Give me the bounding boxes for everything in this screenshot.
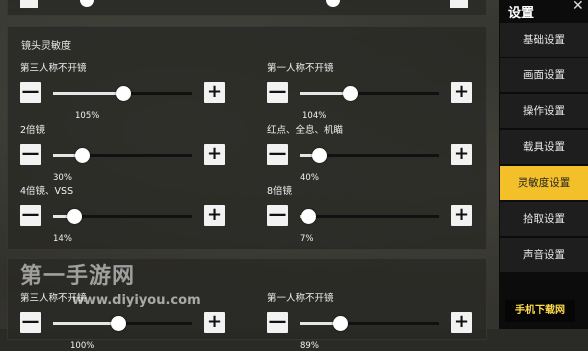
sensitivity-slider-row: 第一人称不开镜 — 89% + [267,290,477,351]
minus-button[interactable]: — [267,144,288,165]
plus-button[interactable]: + [204,312,225,333]
slider-track[interactable]: 105% [53,86,192,121]
section-title: 镜头灵敏度 [21,41,71,52]
slider-track[interactable]: 104% [300,86,439,121]
slider-value: 30% [53,173,72,183]
sensitivity-slider-row: 2倍镜 — 30% + [20,122,230,183]
slider-label: 第一人称不开镜 [267,63,334,74]
slider-track[interactable]: 14% [53,209,192,244]
sidebar-item[interactable]: 载具设置 [500,130,588,165]
slider-knob[interactable] [75,148,90,163]
plus-button[interactable]: + [451,205,472,226]
slider-label: 第三人称不开镜 [20,63,87,74]
slider-label: 2倍镜 [20,125,46,136]
minus-button[interactable]: — [20,144,41,165]
slider-value: 105% [75,111,100,121]
watermark-url: www.diyiyou.com [72,293,201,308]
sidebar-item[interactable]: 拾取设置 [500,202,588,237]
previous-section-panel [7,0,487,16]
slider-label: 8倍镜 [267,186,293,197]
slider-fill [53,92,123,95]
minus-button[interactable]: — [267,312,288,333]
sensitivity-slider-row: 红点、全息、机瞄 — 40% + [267,122,477,183]
slider-knob[interactable] [116,86,131,101]
plus-button[interactable]: + [451,144,472,165]
sensitivity-slider-row: 4倍镜、VSS — 14% + [20,183,230,244]
slider-knob[interactable] [301,209,316,224]
slider-label: 红点、全息、机瞄 [267,125,344,136]
minus-button[interactable]: — [20,312,41,333]
slider-knob[interactable] [67,209,82,224]
minus-button[interactable] [20,0,38,8]
sensitivity-slider-row: 第三人称不开镜 — 105% + [20,60,230,121]
minus-button[interactable]: — [267,205,288,226]
sensitivity-slider-row: 第一人称不开镜 — 104% + [267,60,477,121]
slider-value: 89% [300,341,319,351]
slider-knob[interactable] [343,86,358,101]
slider-value: 100% [70,341,95,351]
slider-track[interactable]: 7% [300,209,439,244]
minus-button[interactable]: — [20,82,41,103]
slider-label: 4倍镜、VSS [20,186,74,197]
slider-track[interactable]: 100% [53,316,192,351]
plus-button[interactable]: + [204,205,225,226]
slider-value: 104% [302,111,327,121]
minus-button[interactable]: — [267,82,288,103]
watermark-text: 第一手游网 [20,264,136,289]
slider-track[interactable]: 30% [53,148,192,183]
slider-track[interactable]: 40% [300,148,439,183]
plus-button[interactable]: + [204,82,225,103]
plus-button[interactable]: + [451,312,472,333]
slider-value: 14% [53,234,72,244]
sidebar-item[interactable]: 基础设置 [500,23,588,58]
minus-button[interactable]: — [20,205,41,226]
slider-value: 7% [300,234,314,244]
sensitivity-slider-row: 8倍镜 — 7% + [267,183,477,244]
watermark-logo: 手机下载网 [505,300,575,322]
sidebar-item[interactable]: 声音设置 [500,238,588,273]
sidebar-item[interactable]: 画面设置 [500,58,588,93]
plus-button[interactable] [450,0,468,8]
slider-track[interactable]: 89% [300,316,439,351]
slider-label: 第一人称不开镜 [267,293,334,304]
settings-title: 设置 [508,6,535,21]
slider-knob[interactable] [312,148,327,163]
slider-fill [53,322,118,325]
sidebar-item[interactable]: 操作设置 [500,94,588,129]
plus-button[interactable]: + [451,82,472,103]
plus-button[interactable]: + [204,144,225,165]
close-icon[interactable]: ✕ [572,0,584,14]
sidebar-item[interactable]: 灵敏度设置 [500,166,588,201]
slider-value: 40% [300,173,319,183]
